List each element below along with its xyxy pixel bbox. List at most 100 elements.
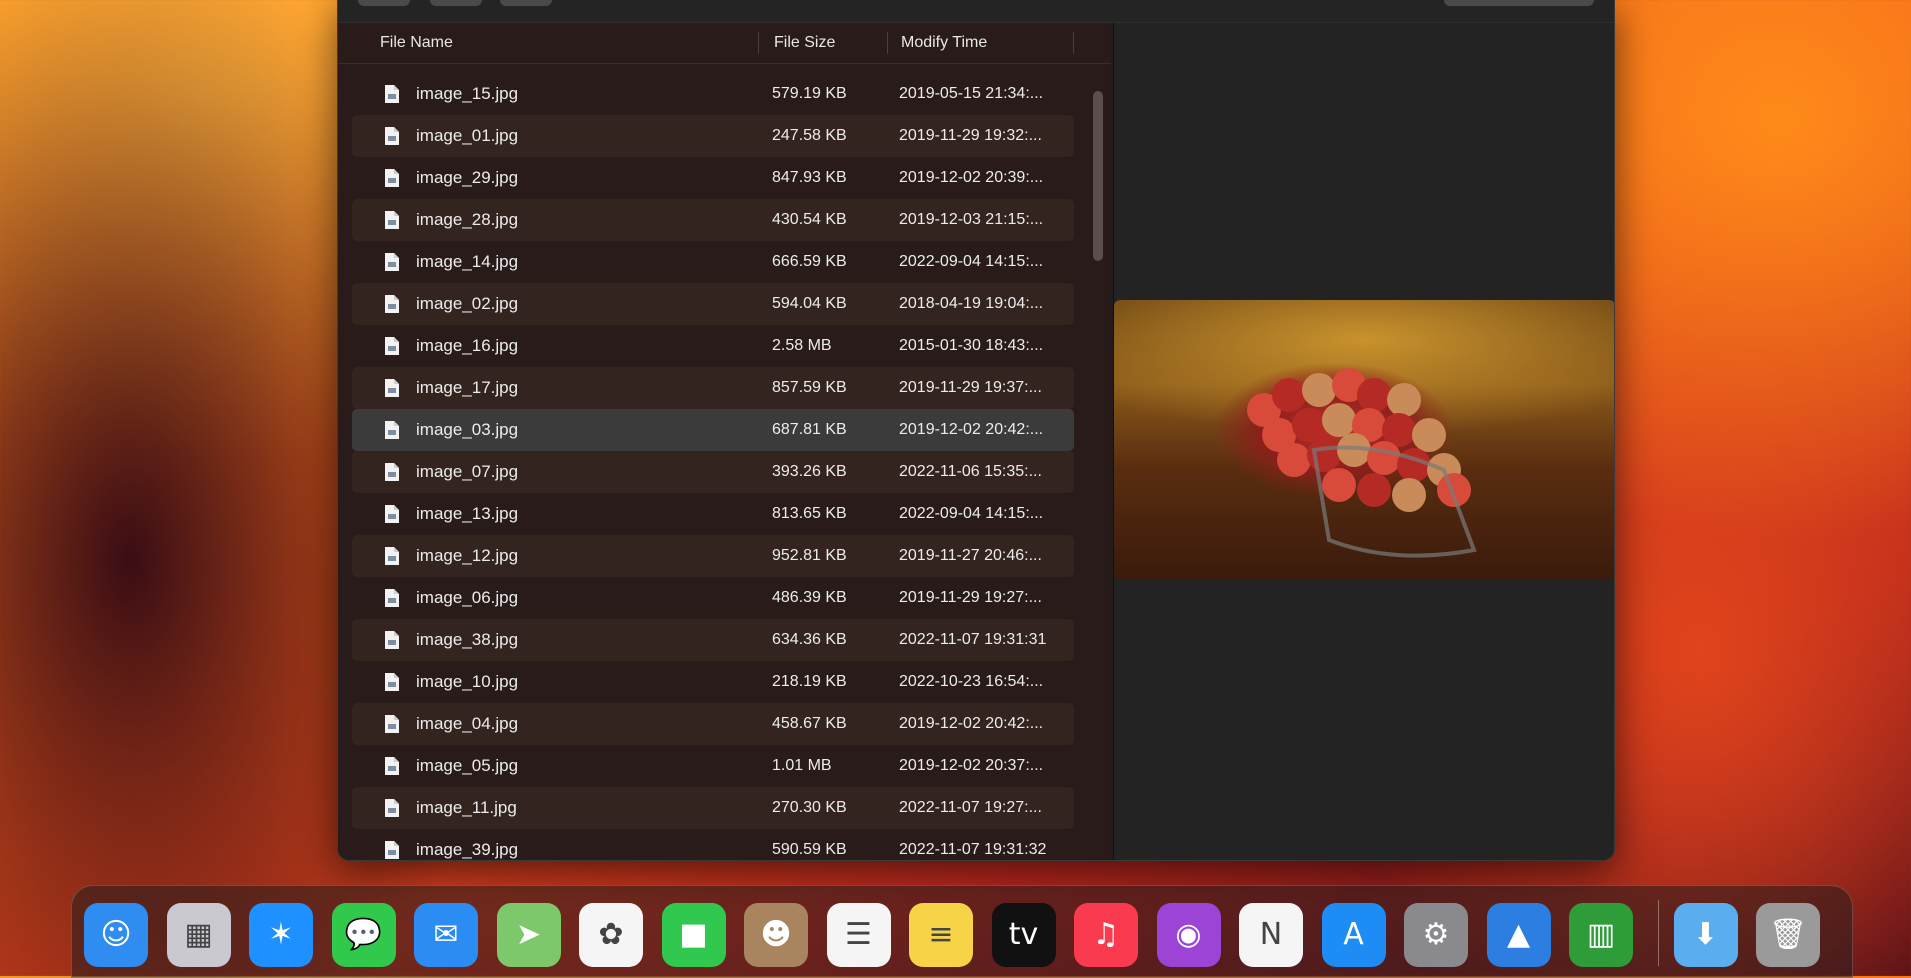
music-icon[interactable]: ♫ bbox=[1074, 903, 1138, 967]
apple-configurator-glyph: ▲ bbox=[1506, 917, 1531, 952]
file-size: 634.36 KB bbox=[772, 631, 847, 648]
music-glyph: ♫ bbox=[1092, 917, 1120, 952]
file-size: 666.59 KB bbox=[772, 253, 847, 270]
modify-time: 2019-12-02 20:37:... bbox=[899, 757, 1044, 774]
apple-shape bbox=[1307, 438, 1341, 472]
column-divider[interactable] bbox=[1073, 32, 1074, 54]
table-row[interactable]: image_15.jpg 579.19 KB 2019-05-15 21:34:..… bbox=[352, 73, 1074, 115]
launchpad-icon[interactable]: ▦ bbox=[166, 903, 231, 967]
apple-shape bbox=[1387, 383, 1421, 417]
dock-separator bbox=[1657, 900, 1659, 966]
table-row[interactable]: image_14.jpg 666.59 KB 2022-09-04 14:15:..… bbox=[352, 241, 1074, 283]
app-store-glyph: A bbox=[1343, 917, 1364, 952]
launchpad-glyph: ▦ bbox=[184, 917, 213, 952]
table-row[interactable]: image_29.jpg 847.93 KB 2019-12-02 20:39:..… bbox=[352, 157, 1074, 199]
modify-time: 2022-09-04 14:15:... bbox=[899, 253, 1044, 270]
app-store-icon[interactable]: A bbox=[1321, 903, 1386, 967]
notes-icon[interactable]: ≡ bbox=[909, 903, 973, 967]
table-row[interactable]: image_01.jpg 247.58 KB 2019-11-29 19:32:..… bbox=[352, 115, 1074, 157]
search-field[interactable] bbox=[1444, 0, 1594, 6]
toolbar-button-forward[interactable] bbox=[430, 0, 482, 6]
table-row[interactable]: image_03.jpg 687.81 KB 2019-12-02 20:42:..… bbox=[352, 409, 1074, 451]
messages-icon[interactable]: 💬 bbox=[331, 903, 396, 967]
table-row[interactable]: image_38.jpg 634.36 KB 2022-11-07 19:31:31 bbox=[352, 619, 1074, 661]
file-table: image_15.jpg 579.19 KB 2019-05-15 21:34:..… bbox=[352, 73, 1074, 860]
table-row[interactable]: image_28.jpg 430.54 KB 2019-12-03 21:15:..… bbox=[352, 199, 1074, 241]
table-row[interactable]: image_02.jpg 594.04 KB 2018-04-19 19:04:..… bbox=[352, 283, 1074, 325]
column-header-file-name[interactable]: File Name bbox=[380, 23, 453, 63]
file-size: 687.81 KB bbox=[772, 421, 847, 438]
trash-icon[interactable]: 🗑 bbox=[1756, 903, 1820, 967]
image-file-icon bbox=[385, 127, 399, 145]
toolbar-button-view[interactable] bbox=[500, 0, 552, 6]
trash-glyph: 🗑 bbox=[1768, 917, 1808, 952]
news-icon[interactable]: N bbox=[1239, 903, 1303, 967]
facetime-icon[interactable]: ■ bbox=[661, 903, 726, 967]
image-file-icon bbox=[385, 337, 399, 355]
table-row[interactable]: image_39.jpg 590.59 KB 2022-11-07 19:31:32 bbox=[352, 829, 1074, 860]
maps-icon[interactable]: ➤ bbox=[496, 903, 561, 967]
apple-shape bbox=[1357, 473, 1391, 507]
podcasts-icon[interactable]: ◉ bbox=[1156, 903, 1221, 967]
file-name: image_15.jpg bbox=[416, 84, 519, 103]
file-name: image_10.jpg bbox=[416, 672, 519, 691]
table-row[interactable]: image_05.jpg 1.01 MB 2019-12-02 20:37:... bbox=[352, 745, 1074, 787]
toolbar-button-back[interactable] bbox=[358, 0, 410, 6]
file-size: 218.19 KB bbox=[772, 673, 847, 690]
modify-time: 2018-04-19 19:04:... bbox=[899, 295, 1044, 312]
table-row[interactable]: image_11.jpg 270.30 KB 2022-11-07 19:27:..… bbox=[352, 787, 1074, 829]
table-row[interactable]: image_06.jpg 486.39 KB 2019-11-29 19:27:..… bbox=[352, 577, 1074, 619]
table-row[interactable]: image_17.jpg 857.59 KB 2019-11-29 19:37:..… bbox=[352, 367, 1074, 409]
archive-books-icon[interactable]: ▥ bbox=[1569, 903, 1633, 967]
image-file-icon bbox=[385, 547, 399, 565]
apple-shape bbox=[1357, 378, 1391, 412]
safari-icon[interactable]: ✶ bbox=[249, 903, 313, 967]
finder-icon[interactable]: ☺ bbox=[84, 903, 148, 967]
image-file-icon bbox=[385, 631, 399, 649]
news-glyph: N bbox=[1259, 917, 1283, 952]
photos-glyph: ✿ bbox=[598, 917, 624, 952]
apple-shape bbox=[1292, 408, 1326, 442]
safari-glyph: ✶ bbox=[268, 917, 294, 952]
image-file-icon bbox=[385, 673, 399, 691]
system-settings-icon[interactable]: ⚙ bbox=[1404, 903, 1468, 967]
photos-icon[interactable]: ✿ bbox=[579, 903, 643, 967]
preview-pane bbox=[1113, 23, 1614, 860]
file-size: 579.19 KB bbox=[772, 85, 847, 102]
downloads-folder-icon[interactable]: ⬇ bbox=[1673, 903, 1738, 967]
table-row[interactable]: image_12.jpg 952.81 KB 2019-11-27 20:46:..… bbox=[352, 535, 1074, 577]
file-size: 594.04 KB bbox=[772, 295, 847, 312]
file-name: image_16.jpg bbox=[416, 336, 519, 355]
reminders-icon[interactable]: ☰ bbox=[826, 903, 891, 967]
table-row[interactable]: image_07.jpg 393.26 KB 2022-11-06 15:35:..… bbox=[352, 451, 1074, 493]
mountain-icon[interactable]: ▲ bbox=[1486, 903, 1551, 967]
reminders-glyph: ☰ bbox=[845, 917, 872, 952]
file-name: image_14.jpg bbox=[416, 252, 519, 271]
file-name: image_17.jpg bbox=[416, 378, 519, 397]
table-row[interactable]: image_10.jpg 218.19 KB 2022-10-23 16:54:..… bbox=[352, 661, 1074, 703]
vertical-scrollbar[interactable] bbox=[1093, 91, 1103, 261]
apple-tv-icon[interactable]: tv bbox=[991, 903, 1056, 967]
messages-glyph: 💬 bbox=[344, 917, 383, 952]
image-file-icon bbox=[385, 211, 399, 229]
column-header-modify-time[interactable]: Modify Time bbox=[901, 23, 987, 63]
column-divider[interactable] bbox=[758, 32, 759, 54]
table-row[interactable]: image_13.jpg 813.65 KB 2022-09-04 14:15:..… bbox=[352, 493, 1074, 535]
notes-glyph: ≡ bbox=[928, 917, 954, 952]
mail-glyph: ✉ bbox=[433, 917, 459, 952]
file-size: 247.58 KB bbox=[772, 127, 847, 144]
image-file-icon bbox=[385, 85, 399, 103]
image-file-icon bbox=[385, 757, 399, 775]
maps-glyph: ➤ bbox=[515, 917, 542, 952]
column-divider[interactable] bbox=[887, 32, 888, 54]
table-row[interactable]: image_16.jpg 2.58 MB 2015-01-30 18:43:... bbox=[352, 325, 1074, 367]
table-row[interactable]: image_04.jpg 458.67 KB 2019-12-02 20:42:..… bbox=[352, 703, 1074, 745]
contacts-icon[interactable]: ☻ bbox=[744, 903, 808, 967]
mail-icon[interactable]: ✉ bbox=[414, 903, 478, 967]
file-name: image_11.jpg bbox=[416, 798, 517, 817]
modify-time: 2019-05-15 21:34:... bbox=[899, 85, 1044, 102]
file-name: image_02.jpg bbox=[416, 294, 519, 313]
column-header-file-size[interactable]: File Size bbox=[774, 23, 835, 63]
image-file-icon bbox=[385, 379, 399, 397]
file-name: image_39.jpg bbox=[416, 840, 519, 859]
